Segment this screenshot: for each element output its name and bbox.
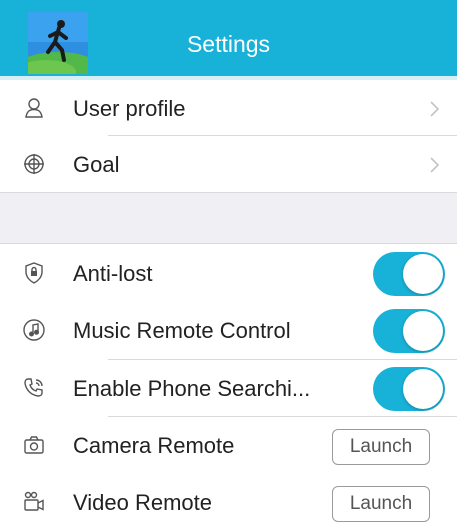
music-remote-label: Music Remote Control — [73, 318, 291, 343]
camera-remote-label: Camera Remote — [73, 433, 235, 458]
anti-lost-row: Anti-lost — [0, 245, 457, 303]
user-profile-row[interactable]: User profile — [0, 80, 457, 138]
phone-search-toggle[interactable] — [373, 367, 445, 411]
video-camera-icon — [22, 490, 46, 514]
phone-search-row: Enable Phone Searchi... — [0, 360, 457, 418]
video-remote-row: Video Remote Launch — [0, 474, 457, 526]
goal-label: Goal — [73, 152, 120, 177]
toggle-knob — [403, 254, 443, 294]
camera-icon — [22, 433, 46, 457]
video-remote-label: Video Remote — [73, 490, 213, 515]
user-icon — [22, 96, 46, 120]
music-note-icon — [22, 318, 46, 342]
lock-shield-icon — [22, 261, 46, 285]
goal-row[interactable]: Goal — [0, 136, 457, 194]
toggle-knob — [403, 369, 443, 409]
phone-search-label: Enable Phone Searchi... — [73, 376, 311, 401]
page-title: Settings — [186, 31, 271, 57]
anti-lost-label: Anti-lost — [73, 261, 153, 286]
target-icon — [22, 152, 46, 176]
header-bar: Settings — [0, 0, 457, 76]
phone-ring-icon — [22, 376, 46, 400]
toggle-knob — [403, 311, 443, 351]
anti-lost-toggle[interactable] — [373, 252, 445, 296]
chevron-right-icon — [429, 156, 441, 174]
section-separator — [0, 192, 457, 244]
chevron-right-icon — [429, 100, 441, 118]
user-profile-label: User profile — [73, 96, 186, 121]
music-remote-toggle[interactable] — [373, 309, 445, 353]
music-remote-row: Music Remote Control — [0, 302, 457, 360]
camera-launch-button[interactable]: Launch — [332, 429, 430, 465]
video-launch-button[interactable]: Launch — [332, 486, 430, 522]
camera-remote-row: Camera Remote Launch — [0, 417, 457, 475]
